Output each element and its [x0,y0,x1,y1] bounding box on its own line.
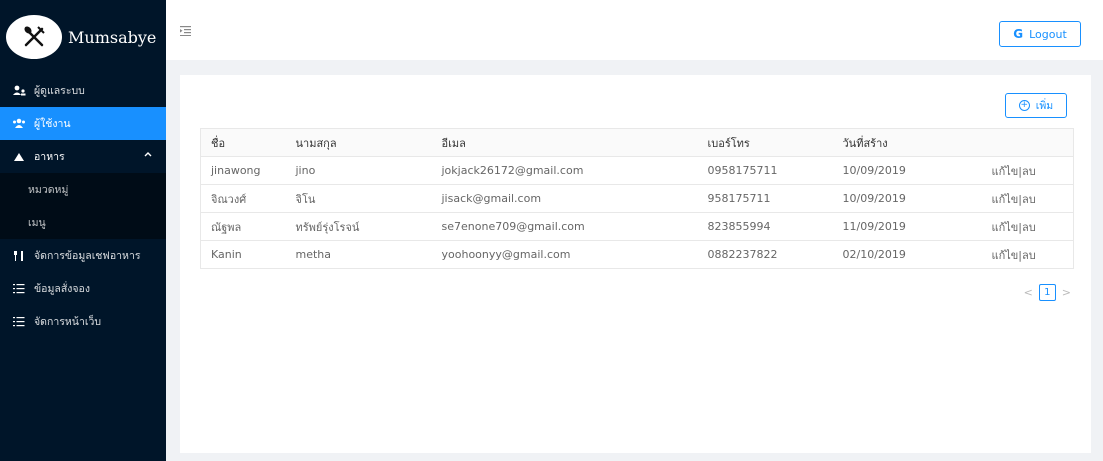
cell-first-name: จิณวงศ์ [200,184,296,213]
sidebar-item-label: เมนู [28,217,46,229]
list-icon [12,282,26,296]
sidebar-item-bookings[interactable]: ข้อมูลสั่งจอง [0,272,166,305]
cell-created: 11/09/2019 [842,212,989,241]
fork-knife-icon [12,249,26,263]
sidebar-item-webpages[interactable]: จัดการหน้าเว็บ [0,305,166,338]
next-page-icon[interactable]: > [1062,286,1071,299]
chevron-up-icon [144,150,152,160]
list-icon [12,315,26,329]
sidebar-item-users[interactable]: ผู้ใช้งาน [0,107,166,140]
cell-first-name: ณัฐพล [200,212,296,241]
sidebar-item-label: จัดการข้อมูลเชฟอาหาร [34,250,141,262]
sidebar-item-label: ผู้ใช้งาน [34,118,71,130]
sidebar-item-label: ผู้ดูแลระบบ [34,85,85,97]
cell-created: 10/09/2019 [842,156,989,185]
cell-email: se7enone709@gmail.com [441,212,708,241]
logo-fork-knife-icon [6,15,62,59]
food-triangle-icon [12,150,26,164]
table-row: จิณวงศ์ จิโน jisack@gmail.com 958175711 … [200,184,1074,213]
submenu-food: หมวดหมู่ เมนู [0,173,166,239]
cell-phone: 823855994 [707,212,843,241]
brand-name: Mumsabye [68,27,157,47]
page-number-button[interactable]: 1 [1038,284,1056,301]
sidebar-item-menu[interactable]: เมนู [0,206,166,239]
cell-last-name: จิโน [295,184,442,213]
sidebar-item-food[interactable]: อาหาร [0,140,166,173]
col-header-phone[interactable]: เบอร์โทร [707,128,843,157]
cell-created: 10/09/2019 [842,184,989,213]
brand[interactable]: Mumsabye [0,0,166,74]
add-label: เพิ่ม [1035,100,1054,112]
users-icon [12,117,26,131]
table-row: jinawong jino jokjack26172@gmail.com 095… [200,156,1074,185]
cell-phone: 0882237822 [707,240,843,269]
cell-first-name: jinawong [200,156,296,185]
col-header-first-name[interactable]: ชื่อ [200,128,296,157]
pagination: < 1 > [1024,284,1071,301]
sidebar-item-chefs[interactable]: จัดการข้อมูลเชฟอาหาร [0,239,166,272]
sidebar-item-label: จัดการหน้าเว็บ [34,316,102,328]
col-header-last-name[interactable]: นามสกุล [295,128,442,157]
logout-button[interactable]: G Logout [999,21,1081,47]
plus-circle-icon: + [1018,100,1030,111]
col-header-email[interactable]: อีเมล [441,128,708,157]
sidebar-item-admins[interactable]: ผู้ดูแลระบบ [0,74,166,107]
logout-label: Logout [1029,27,1067,41]
admin-users-icon [12,84,26,98]
table-header-row: ชื่อ นามสกุล อีเมล เบอร์โทร วันที่สร้าง [200,128,1074,157]
sidebar-item-label: ข้อมูลสั่งจอง [34,283,90,295]
users-table: ชื่อ นามสกุล อีเมล เบอร์โทร วันที่สร้าง … [200,128,1074,269]
edit-delete-link[interactable]: แก้ไข|ลบ [988,240,1074,269]
cell-last-name: ทรัพย์รุ่งโรจน์ [295,212,442,241]
cell-email: jokjack26172@gmail.com [441,156,708,185]
edit-delete-link[interactable]: แก้ไข|ลบ [988,156,1074,185]
sidebar: Mumsabye ผู้ดูแลระบบ ผู้ใช้งาน อาหาร หมว… [0,0,166,461]
sidebar-item-label: หมวดหมู่ [28,184,69,196]
table-row: ณัฐพล ทรัพย์รุ่งโรจน์ se7enone709@gmail.… [200,212,1074,241]
cell-email: yoohoonyy@gmail.com [441,240,708,269]
cell-email: jisack@gmail.com [441,184,708,213]
cell-phone: 0958175711 [707,156,843,185]
edit-delete-link[interactable]: แก้ไข|ลบ [988,184,1074,213]
edit-delete-link[interactable]: แก้ไข|ลบ [988,212,1074,241]
sidebar-item-categories[interactable]: หมวดหมู่ [0,173,166,206]
main-content: + เพิ่ม ชื่อ นามสกุล อีเมล เบอร์โทร วันท… [180,75,1091,453]
cell-first-name: Kanin [200,240,296,269]
cell-last-name: jino [295,156,442,185]
cell-created: 02/10/2019 [842,240,989,269]
cell-phone: 958175711 [707,184,843,213]
google-g-icon: G [1013,27,1024,41]
col-header-actions [988,128,1074,157]
add-user-button[interactable]: + เพิ่ม [1005,93,1067,118]
top-header: G Logout [166,0,1103,60]
menu-fold-icon[interactable] [180,26,191,39]
table-row: Kanin metha yoohoonyy@gmail.com 08822378… [200,240,1074,269]
cell-last-name: metha [295,240,442,269]
sidebar-item-label: อาหาร [34,151,65,163]
col-header-created[interactable]: วันที่สร้าง [842,128,989,157]
prev-page-icon[interactable]: < [1024,286,1033,299]
